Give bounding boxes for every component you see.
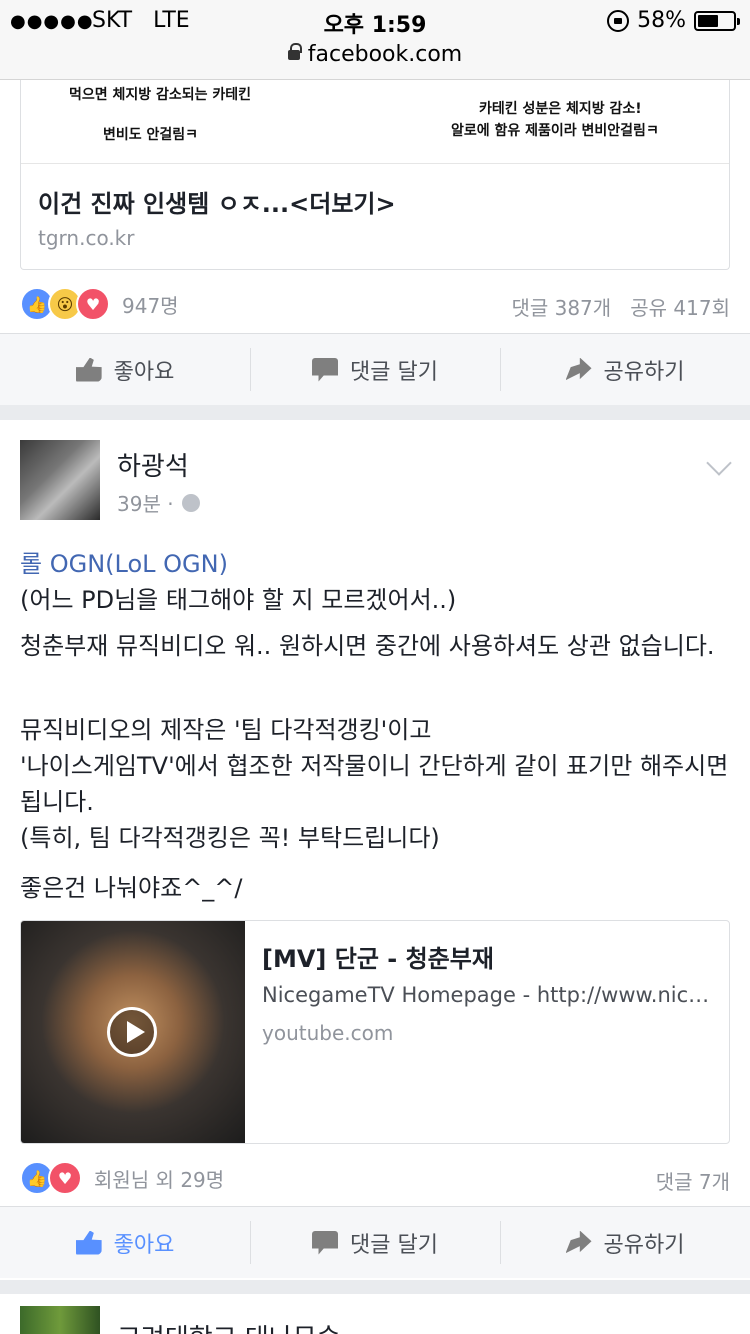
play-icon[interactable] xyxy=(107,1007,157,1057)
link-title[interactable]: 이건 진짜 인생템 ㅇㅈ...<더보기> xyxy=(38,184,396,219)
video-title[interactable]: [MV] 단군 - 청춘부재 xyxy=(262,939,494,974)
battery-icon xyxy=(694,10,740,31)
url-text: facebook.com xyxy=(307,42,463,67)
video-description: NicegameTV Homepage - http://www.nicegam… xyxy=(262,983,712,1007)
feed-post: 먹으면 체지방 감소되는 카테킨 변비도 안걸림ㅋ 카테킨 성분은 체지방 감소… xyxy=(0,80,750,405)
comment-icon xyxy=(312,357,339,382)
browser-top-bar: ●●●●● SKT LTE 오후 1:59 58% facebook.com xyxy=(0,0,750,80)
post-text-line: 뮤직비디오의 제작은 '팀 다각적갱킹'이고 xyxy=(20,716,432,744)
image-caption-text: 먹으면 체지방 감소되는 카테킨 xyxy=(69,87,252,103)
like-button[interactable]: 좋아요 xyxy=(0,1207,250,1278)
share-icon xyxy=(565,357,592,381)
post-text: 롤 OGN(LoL OGN) (어느 PD님을 태그해야 할 지 모르겠어서..… xyxy=(20,546,730,618)
comment-count[interactable]: 댓글 387개 xyxy=(511,296,611,320)
reaction-count: 947명 xyxy=(122,293,179,318)
image-caption-text: 카테킨 성분은 체지방 감소! xyxy=(479,101,642,117)
thumbs-up-icon xyxy=(75,357,102,382)
like-button[interactable]: 좋아요 xyxy=(0,334,250,405)
post-text-line: (특히, 팀 다각적갱킹은 꼭! 부탁드립니다) xyxy=(20,824,440,852)
post-text-line: (어느 PD님을 태그해야 할 지 모르겠어서..) xyxy=(20,586,457,614)
love-reaction-icon: ♥ xyxy=(76,287,110,321)
share-button[interactable]: 공유하기 xyxy=(500,1207,750,1278)
share-count[interactable]: 공유 417회 xyxy=(630,296,730,320)
reaction-count: 회원님 외 29명 xyxy=(94,1167,225,1192)
reaction-summary[interactable]: 👍 😮 ♥ 947명 xyxy=(20,284,179,324)
post-action-bar: 좋아요 댓글 달기 공유하기 xyxy=(0,333,750,405)
avatar[interactable] xyxy=(20,1306,100,1334)
post-meta: 39분 · xyxy=(117,488,200,517)
like-label: 좋아요 xyxy=(113,1232,175,1258)
comment-count[interactable]: 댓글 7개 xyxy=(656,1166,730,1195)
comment-label: 댓글 달기 xyxy=(350,1232,438,1258)
post-paragraph: 청춘부재 뮤직비디오 워.. 원하시면 중간에 사용하셔도 상관 없습니다. xyxy=(20,632,715,660)
feed-post: 하광석 39분 · 롤 OGN(LoL OGN) (어느 PD님을 태그해야 할… xyxy=(0,420,750,1280)
address-bar[interactable]: facebook.com xyxy=(0,42,750,67)
link-preview[interactable]: 먹으면 체지방 감소되는 카테킨 변비도 안걸림ㅋ 카테킨 성분은 체지방 감소… xyxy=(20,80,730,270)
lock-icon xyxy=(287,43,302,60)
rotation-lock-icon xyxy=(607,9,630,32)
image-caption-text: 알로에 함유 제품이라 변비안걸림ㅋ xyxy=(451,123,659,139)
video-domain: youtube.com xyxy=(262,1021,394,1045)
comment-button[interactable]: 댓글 달기 xyxy=(250,334,500,405)
link-domain: tgrn.co.kr xyxy=(38,226,135,250)
post-author[interactable]: 하광석 xyxy=(117,446,189,483)
post-paragraph: 좋은건 나눠야죠^_^/ xyxy=(20,874,243,902)
tagged-page-link[interactable]: 롤 OGN(LoL OGN) xyxy=(20,546,730,582)
status-bar: ●●●●● SKT LTE 오후 1:59 58% xyxy=(0,0,750,40)
globe-icon xyxy=(181,493,200,512)
post-action-bar: 좋아요 댓글 달기 공유하기 xyxy=(0,1206,750,1278)
image-caption-text: 변비도 안걸림ㅋ xyxy=(103,127,199,143)
battery-percent: 58% xyxy=(637,8,686,33)
avatar[interactable] xyxy=(20,440,100,520)
comment-label: 댓글 달기 xyxy=(350,359,438,385)
post-time[interactable]: 39분 · xyxy=(117,488,174,517)
post-paragraph: 뮤직비디오의 제작은 '팀 다각적갱킹'이고 '나이스게임TV'에서 협조한 저… xyxy=(20,712,730,856)
thumbs-up-icon xyxy=(75,1230,102,1255)
post-author[interactable]: 고려대학교 대나무숲 xyxy=(117,1318,341,1334)
comment-share-counts[interactable]: 댓글 387개 공유 417회 xyxy=(511,292,730,321)
video-thumbnail[interactable] xyxy=(21,921,245,1143)
reaction-summary[interactable]: 👍 ♥ 회원님 외 29명 xyxy=(20,1158,224,1198)
video-preview[interactable]: [MV] 단군 - 청춘부재 NicegameTV Homepage - htt… xyxy=(20,920,730,1144)
chevron-down-icon[interactable] xyxy=(706,450,732,476)
share-icon xyxy=(565,1230,592,1254)
comment-button[interactable]: 댓글 달기 xyxy=(250,1207,500,1278)
status-right: 58% xyxy=(607,8,740,33)
comment-icon xyxy=(312,1230,339,1255)
like-label: 좋아요 xyxy=(113,359,175,385)
battery-fill xyxy=(698,14,718,27)
share-label: 공유하기 xyxy=(603,359,685,385)
link-image: 먹으면 체지방 감소되는 카테킨 변비도 안걸림ㅋ 카테킨 성분은 체지방 감소… xyxy=(21,80,729,164)
share-button[interactable]: 공유하기 xyxy=(500,334,750,405)
feed-post: 고려대학교 대나무숲 xyxy=(0,1294,750,1334)
post-text-line: '나이스게임TV'에서 협조한 저작물이니 간단하게 같이 표기만 해주시면 됩… xyxy=(20,752,729,816)
love-reaction-icon: ♥ xyxy=(48,1161,82,1195)
share-label: 공유하기 xyxy=(603,1232,685,1258)
